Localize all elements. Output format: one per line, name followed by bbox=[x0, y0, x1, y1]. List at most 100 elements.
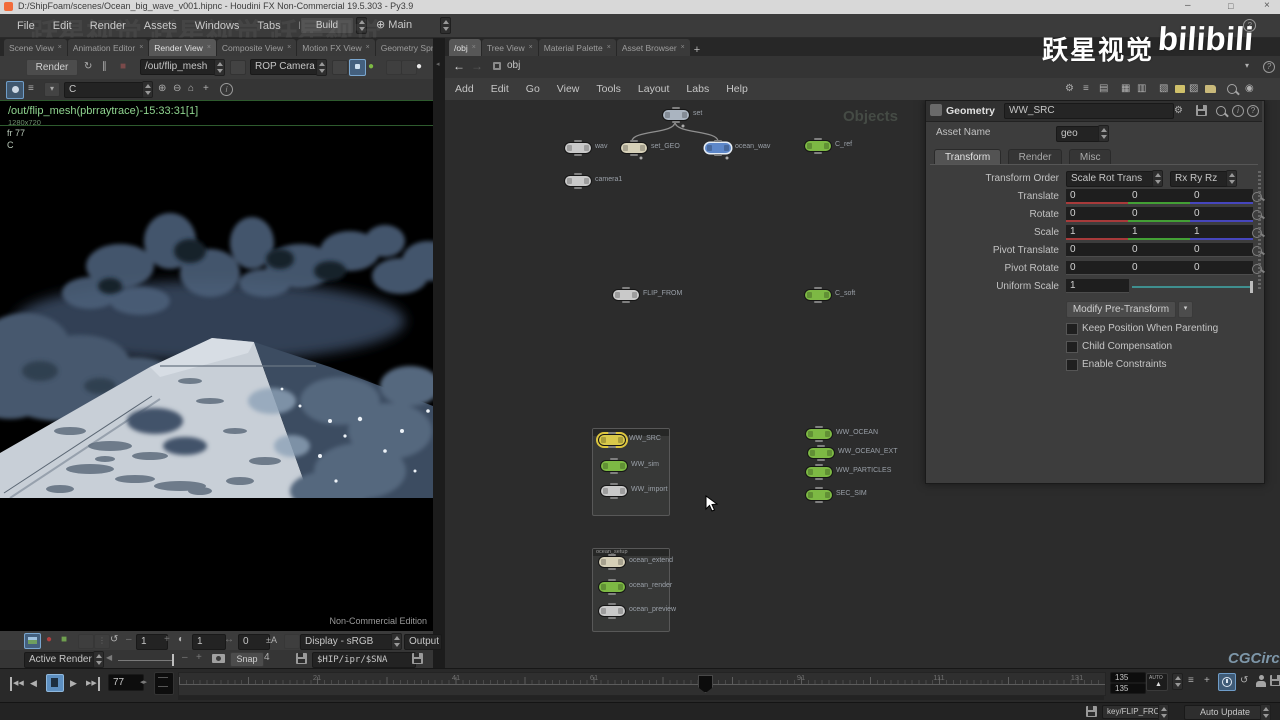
auto-update-spinner[interactable] bbox=[1260, 704, 1271, 720]
cache-path-field[interactable]: key/FLIP_FRO... bbox=[1102, 705, 1164, 719]
pivot-rotate-x-field[interactable]: 0 bbox=[1066, 261, 1129, 275]
node-set[interactable]: set bbox=[663, 107, 702, 123]
maximize-button[interactable]: □ bbox=[1228, 1, 1233, 11]
pivot-translate-x-field[interactable]: 0 bbox=[1066, 243, 1129, 257]
net-menu-help[interactable]: Help bbox=[726, 83, 748, 95]
desktop-spinner[interactable] bbox=[356, 17, 367, 34]
network-path[interactable]: obj bbox=[507, 59, 520, 73]
image-view-icon[interactable] bbox=[24, 633, 41, 649]
preview-toggle-icon[interactable] bbox=[349, 59, 366, 76]
render-region-icon[interactable] bbox=[332, 60, 348, 75]
auto-key-icon[interactable]: AUTO ▲ bbox=[1146, 673, 1168, 691]
gear-icon[interactable]: ⚙ bbox=[1174, 104, 1183, 118]
translate-y-field[interactable]: 0 bbox=[1128, 189, 1191, 204]
network-canvas[interactable]: Objects ocean_setup set set_GEO ocean_wa… bbox=[445, 100, 1280, 668]
output-field[interactable]: Output - bbox=[404, 634, 442, 650]
menu-render[interactable]: Render bbox=[81, 20, 135, 32]
display-colorspace-spinner[interactable] bbox=[391, 633, 402, 650]
uniform-scale-field[interactable]: 1 bbox=[1066, 279, 1129, 293]
close-icon[interactable]: × bbox=[366, 40, 370, 56]
net-menu-view[interactable]: View bbox=[557, 83, 580, 95]
snapshot-camera-icon[interactable] bbox=[212, 654, 225, 663]
rotate-order-spinner[interactable] bbox=[1226, 170, 1237, 187]
menu-file[interactable]: File bbox=[8, 20, 44, 32]
shelf-main-selector[interactable]: ⊕ Main bbox=[376, 18, 412, 31]
asset-name-spinner[interactable] bbox=[1098, 125, 1109, 142]
search-icon[interactable] bbox=[1227, 84, 1237, 94]
rotate-z-field[interactable]: 0 bbox=[1190, 207, 1253, 222]
step-back-icon[interactable]: ◀ bbox=[30, 676, 37, 690]
cache-save-icon[interactable] bbox=[1086, 706, 1097, 717]
node-ocean-preview[interactable]: ocean_preview bbox=[599, 603, 676, 619]
refresh-icon[interactable]: ↻ bbox=[84, 60, 92, 74]
tab-misc[interactable]: Misc bbox=[1068, 149, 1112, 165]
record-icon[interactable]: ● bbox=[46, 633, 52, 647]
node-ww-ocean-ext[interactable]: WW_OCEAN_EXT bbox=[808, 445, 898, 461]
node-name-field[interactable]: WW_SRC bbox=[1004, 103, 1174, 119]
node-flip-from[interactable]: FLIP_FROM bbox=[613, 287, 682, 303]
node-ocean-extend[interactable]: ocean_extend bbox=[599, 554, 673, 570]
node-ocean-render[interactable]: ocean_render bbox=[599, 579, 672, 595]
tools-gear-icon[interactable]: ⚙ bbox=[1065, 82, 1074, 96]
color-picker-icon[interactable]: ▾ bbox=[44, 82, 60, 97]
camera-spinner[interactable] bbox=[316, 59, 327, 76]
background-toggle-icon[interactable]: ● bbox=[416, 60, 422, 74]
current-frame-field[interactable]: 77 bbox=[108, 674, 144, 691]
active-render-spinner[interactable] bbox=[93, 651, 104, 668]
play-icon[interactable]: ▶ bbox=[70, 676, 77, 690]
net-menu-edit[interactable]: Edit bbox=[491, 83, 509, 95]
node-sec-sim[interactable]: SEC_SIM bbox=[806, 487, 867, 503]
history-slider-handle[interactable] bbox=[172, 654, 174, 666]
scale-y-field[interactable]: 1 bbox=[1128, 225, 1191, 240]
tab-material-palette[interactable]: Material Palette × bbox=[538, 39, 616, 56]
close-icon[interactable]: × bbox=[681, 40, 685, 56]
node-ocean-wav[interactable]: ocean_wav bbox=[705, 140, 770, 156]
net-menu-add[interactable]: Add bbox=[455, 83, 474, 95]
gamma-plus[interactable]: + bbox=[164, 633, 170, 647]
title-bar[interactable]: D:/ShipFoam/scenes/Ocean_big_wave_v001.h… bbox=[0, 0, 1280, 14]
save-preset-icon[interactable] bbox=[1196, 105, 1207, 116]
range-end-field-bottom[interactable]: 135 bbox=[1110, 683, 1146, 694]
help-icon[interactable]: ? bbox=[1243, 19, 1256, 32]
close-icon[interactable]: × bbox=[287, 40, 291, 56]
minimize-button[interactable]: – bbox=[1185, 0, 1191, 11]
aov-icon[interactable] bbox=[386, 60, 402, 75]
node-info-icon[interactable]: i bbox=[1232, 105, 1244, 117]
slider-left-icon[interactable]: ◀ bbox=[106, 651, 112, 665]
material-sphere-icon[interactable]: ● bbox=[368, 60, 374, 74]
pivot-translate-y-field[interactable]: 0 bbox=[1128, 243, 1191, 257]
transform-order-field[interactable]: Scale Rot Trans bbox=[1066, 171, 1158, 187]
folder-icon[interactable] bbox=[1205, 85, 1216, 93]
go-to-start-icon[interactable]: ◀◀ bbox=[10, 677, 24, 691]
snap-grid-icon[interactable]: ▧ bbox=[1159, 82, 1168, 96]
enable-constraints-checkbox[interactable] bbox=[1066, 359, 1078, 371]
active-render-field[interactable]: Active Render bbox=[24, 652, 100, 668]
scale-x-field[interactable]: 1 bbox=[1066, 225, 1129, 240]
node-camera[interactable]: camera1 bbox=[565, 173, 622, 189]
tab-scene-view[interactable]: Scene View × bbox=[4, 39, 67, 56]
snap-button[interactable]: Snap bbox=[230, 652, 264, 667]
compare-icon[interactable] bbox=[78, 634, 94, 649]
range-end-field-top[interactable]: 135 bbox=[1110, 672, 1146, 683]
node-c-ref[interactable]: C_ref bbox=[805, 138, 852, 154]
cache-path-spinner[interactable] bbox=[1158, 704, 1169, 720]
tab-motion-fx-view[interactable]: Motion FX View × bbox=[297, 39, 375, 56]
timeline-ruler[interactable]: 21 41 61 91 111 131 bbox=[178, 672, 1106, 696]
frame-step-icons[interactable]: ◂▸ bbox=[140, 676, 147, 690]
display-colorspace-field[interactable]: Display - sRGB bbox=[300, 634, 398, 650]
color-palette-icon[interactable]: ◉ bbox=[1245, 82, 1254, 96]
transform-order-spinner[interactable] bbox=[1152, 170, 1163, 187]
node-wav[interactable]: wav bbox=[565, 140, 607, 156]
new-tab-icon[interactable]: + bbox=[691, 44, 703, 56]
rows-icon[interactable]: ▤ bbox=[1099, 82, 1108, 96]
modify-pre-transform-button[interactable]: Modify Pre-Transform bbox=[1066, 301, 1176, 318]
save-snapshot-icon2[interactable] bbox=[412, 653, 423, 664]
denoise-icon[interactable] bbox=[401, 60, 417, 75]
zoom-in-icon[interactable]: ⊕ bbox=[158, 82, 166, 96]
go-to-end-icon[interactable]: ▶▶ bbox=[86, 677, 100, 691]
translate-z-field[interactable]: 0 bbox=[1190, 189, 1253, 204]
close-icon[interactable]: × bbox=[607, 40, 611, 56]
gamma-minus[interactable]: – bbox=[126, 633, 132, 647]
param-search-icon[interactable] bbox=[1216, 106, 1226, 116]
render-viewport[interactable]: /out/flip_mesh(pbrraytrace)-15:33:31[1] … bbox=[0, 100, 433, 632]
